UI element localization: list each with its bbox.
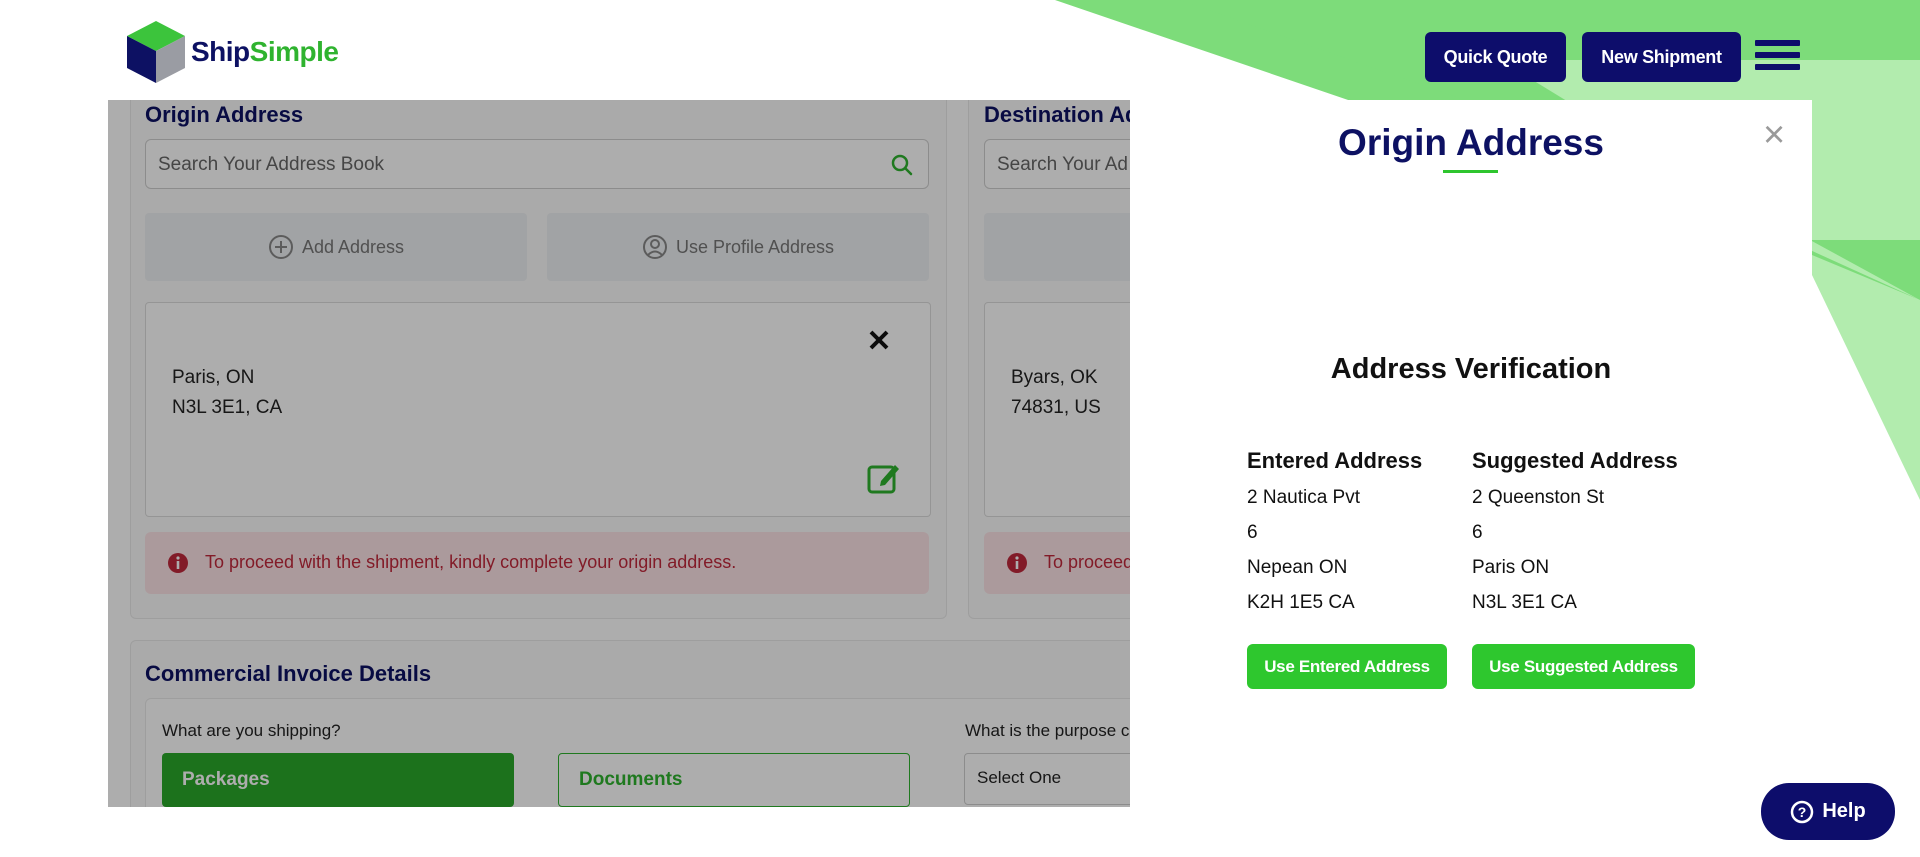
suggested-address-line: 6 xyxy=(1472,522,1483,543)
verification-title: Address Verification xyxy=(1330,353,1612,385)
entered-address-line: 2 Nautica Pvt xyxy=(1247,487,1360,508)
entered-address-line: Nepean ON xyxy=(1247,557,1348,578)
use-entered-address-button[interactable]: Use Entered Address xyxy=(1247,644,1447,689)
site-header: ShipSimple Quick Quote New Shipment xyxy=(0,0,1920,100)
suggested-address-title: Suggested Address xyxy=(1472,448,1678,473)
entered-address-line: K2H 1E5 CA xyxy=(1247,592,1355,613)
brand-name: ShipSimple xyxy=(191,36,339,67)
new-shipment-button[interactable]: New Shipment xyxy=(1582,32,1741,82)
cube-logo-icon xyxy=(127,21,185,83)
use-suggested-address-button[interactable]: Use Suggested Address xyxy=(1472,644,1695,689)
address-verification-modal: Origin Address × Address Verification En… xyxy=(1130,100,1812,807)
quick-quote-button[interactable]: Quick Quote xyxy=(1425,32,1566,82)
help-button[interactable]: ? Help xyxy=(1761,783,1895,840)
help-label: Help xyxy=(1822,800,1866,822)
suggested-address-line: Paris ON xyxy=(1472,557,1550,578)
brand-logo[interactable]: ShipSimple xyxy=(125,19,339,85)
title-underline xyxy=(1443,170,1498,173)
modal-backdrop[interactable] xyxy=(108,100,1130,807)
svg-text:?: ? xyxy=(1798,804,1807,820)
hamburger-menu-icon[interactable] xyxy=(1755,40,1800,74)
suggested-address-line: 2 Queenston St xyxy=(1472,487,1605,508)
modal-title: Origin Address xyxy=(1338,122,1604,163)
question-circle-icon: ? xyxy=(1791,800,1814,823)
entered-address-title: Entered Address xyxy=(1247,448,1423,473)
close-icon[interactable]: × xyxy=(1763,116,1785,154)
suggested-address-line: N3L 3E1 CA xyxy=(1472,592,1577,613)
entered-address-line: 6 xyxy=(1247,522,1258,543)
